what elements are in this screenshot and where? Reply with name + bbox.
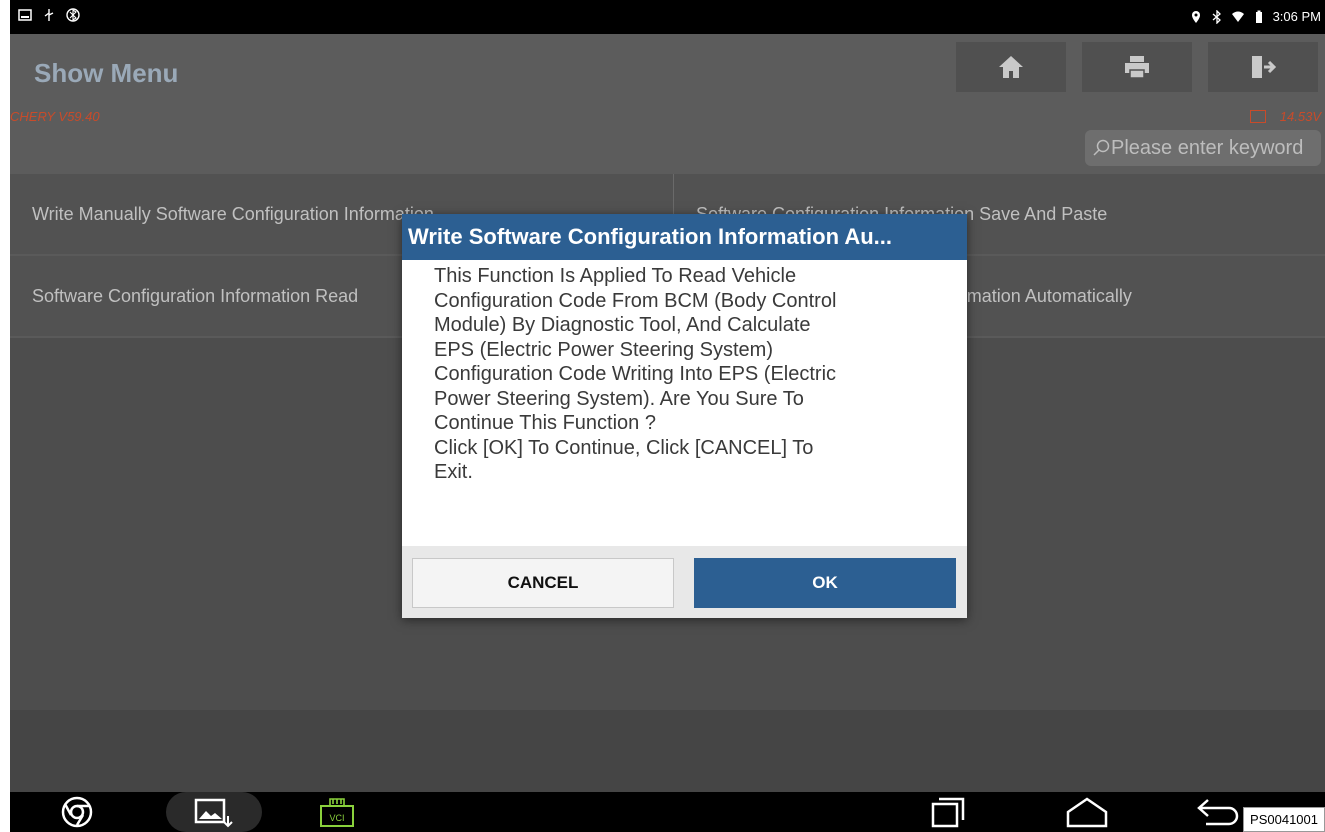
bottom-panel (10, 710, 1325, 792)
search-input[interactable]: Please enter keyword (1085, 130, 1321, 166)
dialog-title: Write Software Configuration Information… (402, 214, 967, 260)
home-icon (999, 56, 1023, 78)
gallery-button[interactable] (166, 792, 262, 832)
battery-voltage-icon (1249, 110, 1266, 123)
figure-code: PS0041001 (1243, 807, 1325, 832)
vci-button[interactable]: VCI (318, 796, 356, 832)
home-nav-icon (1066, 797, 1108, 828)
status-bar: 3:06 PM (10, 0, 1325, 34)
vci-icon: VCI (320, 798, 354, 827)
android-nav-bar: VCI PS0041001 (10, 792, 1325, 832)
browser-icon (61, 796, 93, 828)
bluetooth-status-icon (66, 8, 80, 22)
back-icon (1197, 799, 1239, 826)
search-icon (1093, 139, 1110, 156)
exit-icon (1252, 56, 1276, 78)
battery-icon (1255, 10, 1262, 23)
clock: 3:06 PM (1272, 9, 1321, 24)
dialog-button-bar: CANCEL OK (402, 546, 967, 618)
vci-label: VCI (329, 813, 344, 823)
print-icon (1125, 56, 1149, 79)
ok-button[interactable]: OK (694, 558, 956, 608)
browser-button[interactable] (60, 796, 94, 832)
recent-apps-icon (931, 797, 965, 828)
home-button[interactable] (956, 42, 1066, 92)
dialog-message: This Function Is Applied To Read Vehicle… (434, 265, 837, 483)
bluetooth-icon (1212, 9, 1221, 24)
back-button[interactable] (1196, 796, 1240, 832)
confirm-dialog: Write Software Configuration Information… (402, 214, 967, 618)
usb-icon (44, 9, 54, 21)
tablet-screen: 3:06 PM Show Menu CHERY V59.40 14.53V Wr… (10, 0, 1325, 832)
recent-apps-button[interactable] (930, 796, 966, 832)
home-nav-button[interactable] (1065, 796, 1109, 832)
page-title: Show Menu (34, 58, 179, 88)
wifi-icon (1231, 11, 1244, 22)
location-icon (1191, 10, 1200, 23)
voltage-value: 14.53V (1279, 109, 1321, 124)
screenshot-icon (18, 9, 32, 21)
cancel-button[interactable]: CANCEL (412, 558, 674, 608)
exit-button[interactable] (1208, 42, 1318, 92)
software-version: CHERY V59.40 (10, 109, 100, 124)
search-placeholder: Please enter keyword (1111, 136, 1304, 159)
gallery-icon (194, 798, 233, 828)
print-button[interactable] (1082, 42, 1192, 92)
battery-voltage: 14.53V (1249, 109, 1321, 124)
